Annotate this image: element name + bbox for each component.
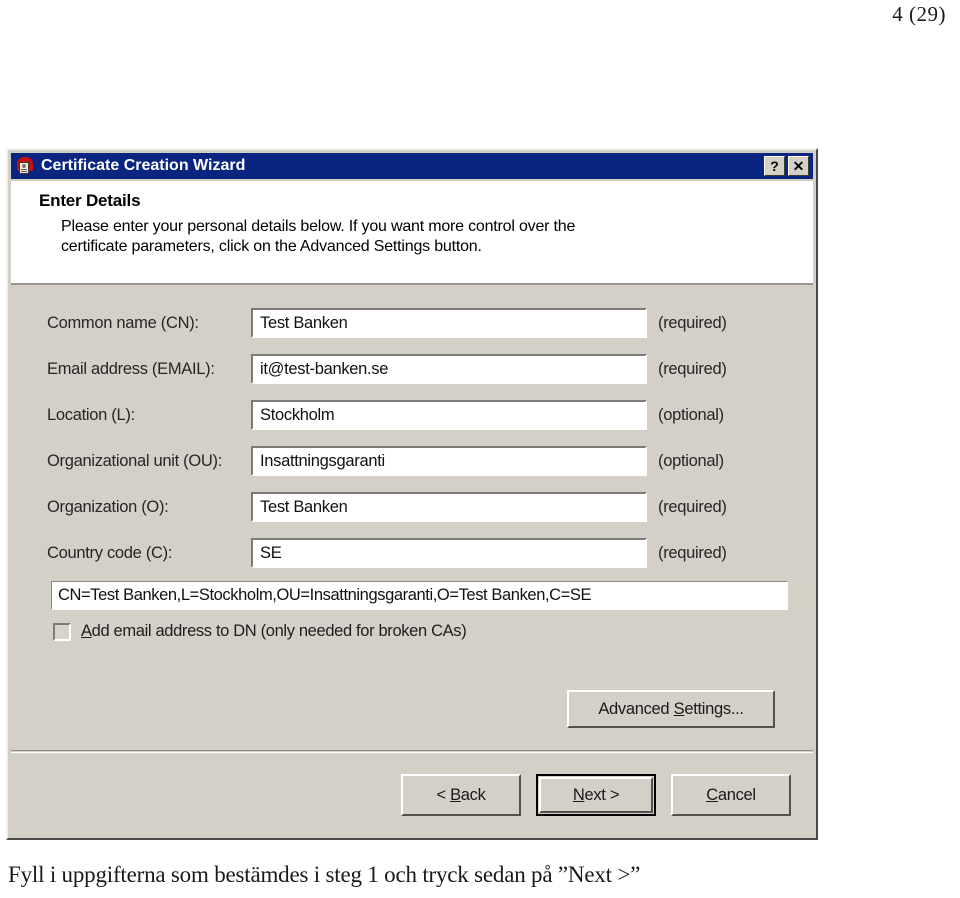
advanced-settings-label: Advanced Settings... bbox=[598, 699, 744, 718]
back-accel: B bbox=[450, 785, 461, 804]
back-label: < Back bbox=[436, 786, 485, 805]
add-email-to-dn-row[interactable]: Add email address to DN (only needed for… bbox=[53, 622, 813, 641]
next-accel: N bbox=[572, 785, 585, 804]
back-prefix: < bbox=[436, 785, 451, 804]
next-label: Next > bbox=[572, 785, 620, 805]
field-row-organizational-unit: Organizational unit (OU): Insattningsgar… bbox=[11, 441, 813, 481]
back-rest: ack bbox=[460, 785, 486, 804]
note-email-address: (required) bbox=[658, 359, 727, 378]
note-organizational-unit: (optional) bbox=[658, 451, 724, 470]
dn-summary-field: CN=Test Banken,L=Stockholm,OU=Insattning… bbox=[51, 581, 788, 610]
cancel-button[interactable]: Cancel bbox=[671, 774, 791, 816]
input-location[interactable]: Stockholm bbox=[251, 400, 647, 430]
certificate-creation-wizard-dialog: Certificate Creation Wizard ? ✕ Enter De… bbox=[6, 148, 818, 840]
input-country-code[interactable]: SE bbox=[251, 538, 647, 568]
label-email-address: Email address (EMAIL): bbox=[47, 359, 215, 378]
cancel-rest: ancel bbox=[717, 785, 756, 804]
banner-heading: Enter Details bbox=[39, 191, 141, 210]
label-common-name: Common name (CN): bbox=[47, 313, 199, 332]
page-number: 4 (29) bbox=[892, 2, 946, 26]
input-common-name[interactable]: Test Banken bbox=[251, 308, 647, 338]
titlebar: Certificate Creation Wizard ? ✕ bbox=[11, 153, 813, 179]
note-location: (optional) bbox=[658, 405, 724, 424]
wizard-banner: Enter Details Please enter your personal… bbox=[11, 181, 813, 285]
field-row-common-name: Common name (CN): Test Banken (required) bbox=[11, 303, 813, 343]
note-common-name: (required) bbox=[658, 313, 727, 332]
figure-caption: Fyll i uppgifterna som bestämdes i steg … bbox=[8, 862, 641, 887]
label-organizational-unit: Organizational unit (OU): bbox=[47, 451, 222, 470]
help-icon[interactable]: ? bbox=[764, 156, 785, 176]
next-button[interactable]: Next > bbox=[536, 774, 656, 816]
label-country-code: Country code (C): bbox=[47, 543, 173, 562]
input-organization[interactable]: Test Banken bbox=[251, 492, 647, 522]
titlebar-buttons: ? ✕ bbox=[764, 156, 810, 176]
window-title: Certificate Creation Wizard bbox=[41, 157, 246, 174]
close-icon[interactable]: ✕ bbox=[788, 156, 809, 176]
input-organizational-unit[interactable]: Insattningsgaranti bbox=[251, 446, 647, 476]
next-rest: ext > bbox=[584, 785, 620, 804]
note-organization: (required) bbox=[658, 497, 727, 516]
field-row-organization: Organization (O): Test Banken (required) bbox=[11, 487, 813, 527]
banner-body-line-2: certificate parameters, click on the Adv… bbox=[61, 237, 482, 255]
accel-a: A bbox=[81, 622, 92, 640]
add-email-to-dn-label: Add email address to DN (only needed for… bbox=[81, 622, 467, 641]
field-row-location: Location (L): Stockholm (optional) bbox=[11, 395, 813, 435]
certificate-icon bbox=[16, 157, 34, 175]
banner-body: Please enter your personal details below… bbox=[61, 217, 799, 256]
footer-separator bbox=[11, 750, 813, 753]
input-email-address[interactable]: it@test-banken.se bbox=[251, 354, 647, 384]
wizard-nav-bar: < Back Next > Cancel bbox=[11, 765, 813, 825]
advanced-settings-button[interactable]: Advanced Settings... bbox=[567, 690, 775, 728]
advanced-settings-row: Advanced Settings... bbox=[11, 690, 813, 728]
cancel-label: Cancel bbox=[706, 786, 756, 805]
details-form: Common name (CN): Test Banken (required)… bbox=[11, 287, 813, 742]
field-row-email-address: Email address (EMAIL): it@test-banken.se… bbox=[11, 349, 813, 389]
add-email-to-dn-label-rest: dd email address to DN (only needed for … bbox=[91, 622, 467, 640]
add-email-to-dn-checkbox[interactable] bbox=[53, 622, 71, 641]
back-button[interactable]: < Back bbox=[401, 774, 521, 816]
label-location: Location (L): bbox=[47, 405, 135, 424]
banner-body-line-1: Please enter your personal details below… bbox=[61, 218, 576, 235]
label-organization: Organization (O): bbox=[47, 497, 169, 516]
note-country-code: (required) bbox=[658, 543, 727, 562]
cancel-accel: C bbox=[706, 785, 718, 804]
field-row-country-code: Country code (C): SE (required) bbox=[11, 533, 813, 573]
